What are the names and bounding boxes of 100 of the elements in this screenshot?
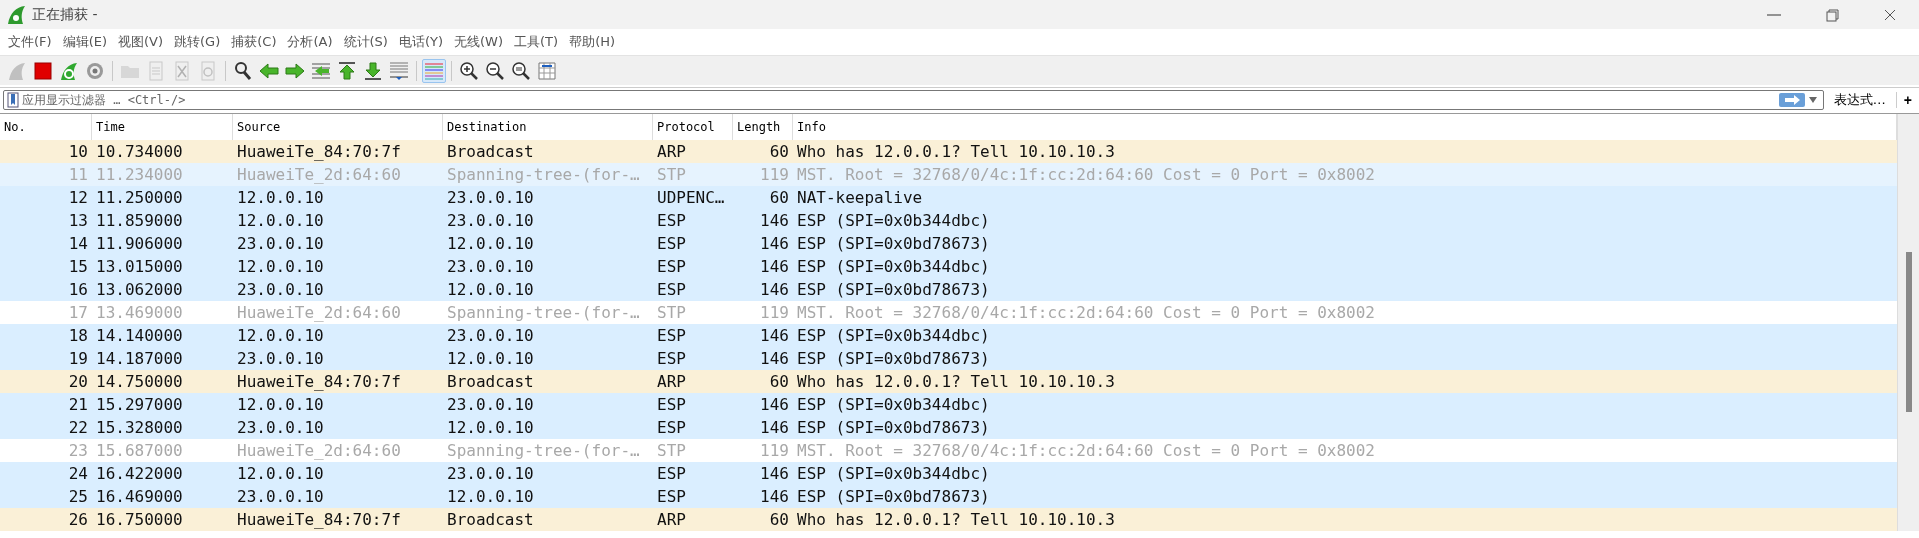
table-cell-text: MST. Root = 32768/0/4c:1f:cc:2d:64:60 Cost = 0 Port = 0x8002 [796, 303, 1376, 322]
menu-item[interactable]: 分析(A) [285, 33, 342, 51]
menu-item[interactable]: 无线(W) [452, 33, 513, 51]
table-cell-text: STP [656, 303, 687, 322]
table-cell-text: Broadcast [446, 372, 535, 391]
table-cell-text: 15.297000 [95, 395, 184, 414]
table-cell-text: HuaweiTe_2d:64:60 [236, 303, 402, 322]
table-cell-text: ESP (SPI=0x0bd78673) [796, 418, 991, 437]
table-cell-text: 60 [768, 510, 790, 529]
table-cell-text: 12.0.0.10 [236, 188, 325, 207]
table-cell-text: 16.750000 [95, 510, 184, 529]
packet-row[interactable]: 18 14.140000 12.0.0.10 23.0.0.10 ESP 146 ESP (SPI=0x0b344dbc) [0, 324, 1897, 347]
packet-row[interactable]: 25 16.469000 23.0.0.10 12.0.0.10 ESP 146 ESP (SPI=0x0bd78673) [0, 485, 1897, 508]
table-cell-text: 119 [759, 303, 790, 322]
filter-input[interactable]: 应用显示过滤器 … <Ctrl-/> [22, 93, 1779, 107]
expression-button[interactable]: 表达式… [1823, 91, 1896, 109]
table-cell-text: ESP [656, 418, 687, 437]
menu-item[interactable]: 工具(T) [512, 33, 568, 51]
table-cell-text: HuaweiTe_2d:64:60 [236, 165, 402, 184]
table-cell-text: HuaweiTe_2d:64:60 [236, 441, 402, 460]
dropdown-icon[interactable] [1808, 97, 1817, 103]
packet-row[interactable]: 10 10.734000 HuaweiTe_84:70:7f Broadcast ARP 60 Who has 12.0.0.1? Tell 10.10.10.3 [0, 140, 1897, 163]
table-cell-text: ESP [656, 464, 687, 483]
table-cell-text: 23.0.0.10 [446, 464, 535, 483]
filter-field[interactable]: 应用显示过滤器 … <Ctrl-/> [3, 90, 1824, 110]
table-cell-text: 60 [768, 142, 790, 161]
packet-row[interactable]: 19 14.187000 23.0.0.10 12.0.0.10 ESP 146 ESP (SPI=0x0bd78673) [0, 347, 1897, 370]
table-cell-text: Broadcast [446, 142, 535, 161]
bookmark-icon[interactable] [7, 92, 19, 108]
packet-row[interactable]: 14 11.906000 23.0.0.10 12.0.0.10 ESP 146 ESP (SPI=0x0bd78673) [0, 232, 1897, 255]
table-cell-text: 119 [759, 165, 790, 184]
packet-row[interactable]: 20 14.750000 HuaweiTe_84:70:7f Broadcast ARP 60 Who has 12.0.0.1? Tell 10.10.10.3 [0, 370, 1897, 393]
table-cell-text: 12.0.0.10 [236, 257, 325, 276]
table-cell-text: 13 [67, 211, 89, 230]
table-cell-text: 21 [67, 395, 89, 414]
table-cell-text: HuaweiTe_84:70:7f [236, 372, 402, 391]
menu-item[interactable]: 跳转(G) [172, 33, 230, 51]
table-cell-text: STP [656, 165, 687, 184]
packet-row[interactable]: 12 11.250000 12.0.0.10 23.0.0.10 UDPENC… 60 NAT-keepalive [0, 186, 1897, 209]
table-cell-text: 22 [67, 418, 89, 437]
table-cell-text: ARP [656, 510, 687, 529]
table-cell-text: 23.0.0.10 [236, 280, 325, 299]
table-cell-text: Spanning-tree-(for-… [446, 165, 641, 184]
table-cell-text: ESP [656, 280, 687, 299]
table-cell-text: 23 [67, 441, 89, 460]
table-cell-text: 12.0.0.10 [446, 487, 535, 506]
table-cell-text: 17 [67, 303, 89, 322]
table-cell-text: 11.234000 [95, 165, 184, 184]
packet-row[interactable]: 21 15.297000 12.0.0.10 23.0.0.10 ESP 146 ESP (SPI=0x0b344dbc) [0, 393, 1897, 416]
table-cell-text: 23.0.0.10 [446, 257, 535, 276]
table-cell-text: 19 [67, 349, 89, 368]
packet-row[interactable]: 15 13.015000 12.0.0.10 23.0.0.10 ESP 146 ESP (SPI=0x0b344dbc) [0, 255, 1897, 278]
table-cell-text: ESP (SPI=0x0b344dbc) [796, 326, 991, 345]
table-cell-text: 25 [67, 487, 89, 506]
menu-item[interactable]: 捕获(C) [229, 33, 286, 51]
table-cell-text: ESP [656, 234, 687, 253]
table-cell-text: 23.0.0.10 [236, 418, 325, 437]
menu-item[interactable]: 帮助(H) [567, 33, 625, 51]
colorize-button[interactable] [422, 58, 446, 83]
table-cell-text: HuaweiTe_84:70:7f [236, 142, 402, 161]
packet-row[interactable]: 24 16.422000 12.0.0.10 23.0.0.10 ESP 146 ESP (SPI=0x0b344dbc) [0, 462, 1897, 485]
minimize-icon [1764, 13, 1784, 16]
scrollbar[interactable] [1897, 114, 1919, 531]
table-cell-text: Spanning-tree-(for-… [446, 441, 641, 460]
table-cell-text: 146 [759, 211, 790, 230]
table-cell-text: 12.0.0.10 [236, 211, 325, 230]
table-cell-text: 146 [759, 257, 790, 276]
table-cell-text: ESP (SPI=0x0bd78673) [796, 280, 991, 299]
table-cell-text: 23.0.0.10 [446, 395, 535, 414]
table-cell-text: 146 [759, 487, 790, 506]
menu-item[interactable]: 电话(Y) [396, 33, 453, 51]
table-cell-text: STP [656, 441, 687, 460]
table-cell-text: 146 [759, 234, 790, 253]
table-cell-text: 11.859000 [95, 211, 184, 230]
table-cell-text: ESP [656, 326, 687, 345]
table-cell-text: 26 [67, 510, 89, 529]
table-cell-text: 12.0.0.10 [446, 280, 535, 299]
table-cell-text: Who has 12.0.0.1? Tell 10.10.10.3 [796, 142, 1116, 161]
add-filter-button[interactable]: + [1896, 92, 1919, 108]
table-cell-text: 14.187000 [95, 349, 184, 368]
table-cell-text: Who has 12.0.0.1? Tell 10.10.10.3 [796, 510, 1116, 529]
packet-row[interactable]: 22 15.328000 23.0.0.10 12.0.0.10 ESP 146 ESP (SPI=0x0bd78673) [0, 416, 1897, 439]
table-cell-text: MST. Root = 32768/0/4c:1f:cc:2d:64:60 Cost = 0 Port = 0x8002 [796, 441, 1376, 460]
menu-item[interactable]: 统计(S) [341, 33, 397, 51]
table-cell-text: ESP [656, 211, 687, 230]
menu-item[interactable]: 视图(V) [116, 33, 173, 51]
packet-row[interactable]: 26 16.750000 HuaweiTe_84:70:7f Broadcast ARP 60 Who has 12.0.0.1? Tell 10.10.10.3 [0, 508, 1897, 531]
table-cell-text: 11.250000 [95, 188, 184, 207]
table-cell-text: Spanning-tree-(for-… [446, 303, 641, 322]
packet-row[interactable]: 13 11.859000 12.0.0.10 23.0.0.10 ESP 146 ESP (SPI=0x0b344dbc) [0, 209, 1897, 232]
table-cell-text: 12.0.0.10 [236, 326, 325, 345]
menu-item[interactable]: 编辑(E) [60, 33, 116, 51]
table-cell-text: MST. Root = 32768/0/4c:1f:cc:2d:64:60 Cost = 0 Port = 0x8002 [796, 165, 1376, 184]
packet-row[interactable]: 16 13.062000 23.0.0.10 12.0.0.10 ESP 146 ESP (SPI=0x0bd78673) [0, 278, 1897, 301]
table-cell-text: 15.328000 [95, 418, 184, 437]
table-cell-text: 14.140000 [95, 326, 184, 345]
table-cell-text: 146 [759, 418, 790, 437]
menu-item[interactable]: 文件(F) [6, 33, 61, 51]
scrollbar-thumb[interactable] [1906, 252, 1912, 412]
table-cell-text: ESP [656, 257, 687, 276]
